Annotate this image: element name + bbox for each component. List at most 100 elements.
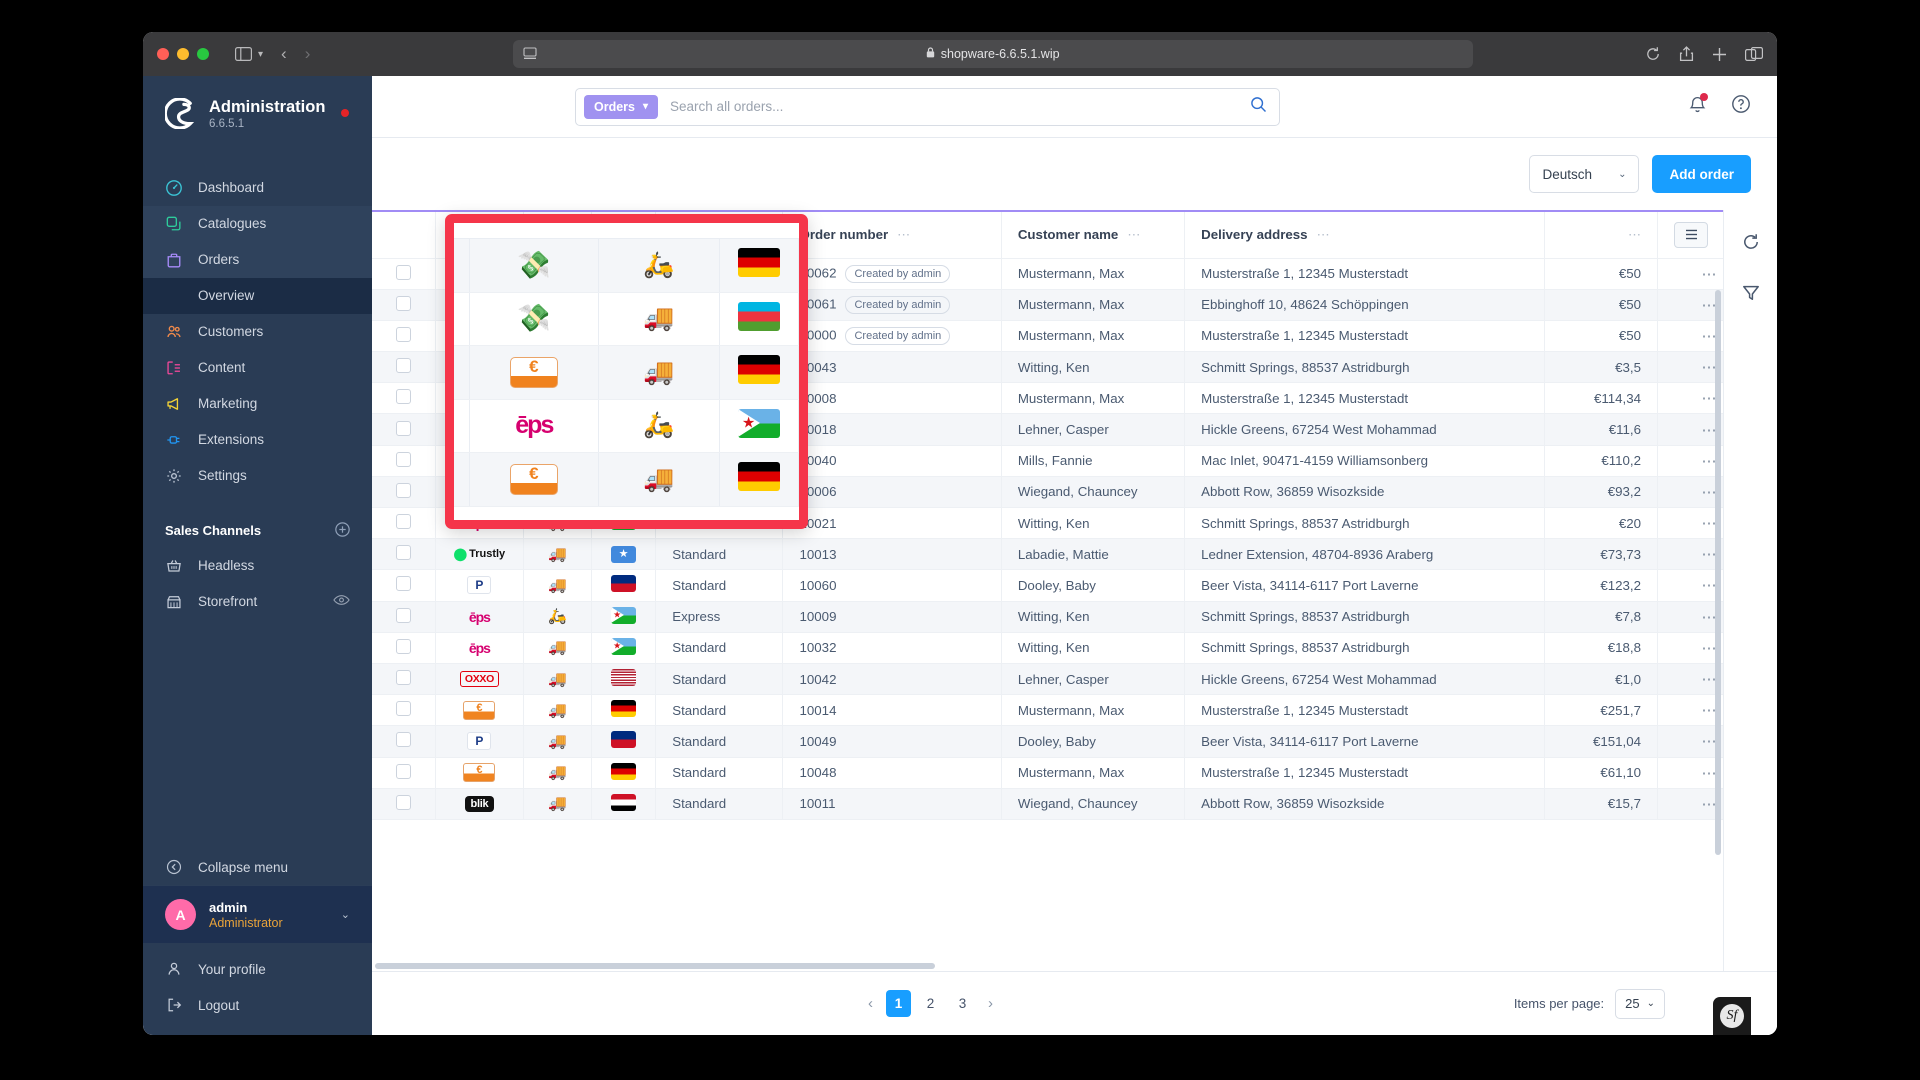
sidebar-item-your-profile[interactable]: Your profile [143, 951, 372, 987]
row-checkbox[interactable] [395, 295, 411, 311]
new-tab-icon[interactable] [1712, 47, 1727, 62]
row-checkbox[interactable] [395, 482, 411, 498]
user-menu[interactable]: A admin Administrator ⌄ [143, 885, 372, 943]
th-delivery-address[interactable]: Delivery address ⋯ [1184, 212, 1545, 259]
row-checkbox-cell[interactable] [372, 351, 436, 384]
sidebar-item-dashboard[interactable]: Dashboard [143, 170, 372, 206]
sidebar-item-customers[interactable]: Customers [143, 314, 372, 350]
row-checkbox-cell[interactable] [372, 289, 436, 321]
reload-icon[interactable] [1645, 46, 1661, 62]
add-order-button[interactable]: Add order [1652, 155, 1751, 193]
global-search[interactable]: Orders ▾ [575, 87, 1280, 126]
cell-row-actions[interactable]: ⋯ [1657, 289, 1723, 321]
th-column-config[interactable] [1657, 212, 1723, 259]
row-checkbox-cell[interactable] [372, 601, 436, 633]
preview-storefront-icon[interactable] [333, 594, 350, 609]
sidebar-item-orders[interactable]: Orders [143, 241, 372, 278]
row-checkbox-cell[interactable] [372, 382, 436, 415]
select-all-header[interactable] [372, 212, 436, 259]
row-checkbox-cell[interactable] [372, 507, 436, 540]
row-checkbox-cell[interactable] [372, 663, 436, 696]
row-checkbox[interactable] [395, 545, 411, 561]
sidebar-item-settings[interactable]: Settings [143, 458, 372, 494]
row-actions-menu-icon[interactable]: ⋯ [1702, 266, 1718, 283]
refresh-icon[interactable] [1741, 232, 1761, 257]
sidebar-item-headless[interactable]: Headless [143, 548, 372, 584]
cell-row-actions[interactable]: ⋯ [1657, 694, 1723, 727]
th-amount[interactable]: ⋯ [1544, 212, 1659, 259]
row-checkbox[interactable] [395, 607, 411, 623]
bell-icon[interactable] [1688, 93, 1708, 119]
cell-row-actions[interactable]: ⋯ [1657, 507, 1723, 540]
show-tabs-icon[interactable] [1745, 47, 1763, 61]
table-row[interactable]: blik 🚚 Standard 10011 Wiegand, Chauncey Abbot… [372, 788, 1723, 820]
minimize-window-button[interactable] [177, 48, 189, 60]
close-window-button[interactable] [157, 48, 169, 60]
table-row[interactable]: P 🚚 Standard 10049 Dooley, Baby Beer Vista, 3… [372, 725, 1723, 758]
th-menu-dots[interactable]: ⋯ [897, 227, 910, 242]
reader-view-icon[interactable] [523, 47, 537, 65]
help-icon[interactable] [1731, 94, 1751, 119]
row-checkbox-cell[interactable] [372, 258, 436, 290]
address-bar[interactable]: shopware-6.6.5.1.wip [512, 40, 1473, 68]
row-checkbox[interactable] [395, 326, 411, 342]
search-scope-selector[interactable]: Orders ▾ [584, 94, 659, 119]
table-row[interactable]: ēps 🛵 ★ Express 10009 Witting, Ken Schmitt Spr… [372, 601, 1723, 633]
chevron-down-icon[interactable]: ⌄ [341, 908, 350, 921]
row-checkbox-cell[interactable] [372, 757, 436, 789]
table-row[interactable]: ēps 🚚 ★ Standard 10032 Witting, Ken Schmitt Sp… [372, 632, 1723, 664]
sidebar-item-content[interactable]: Content [143, 350, 372, 386]
cell-row-actions[interactable]: ⋯ [1657, 413, 1723, 446]
horizontal-scrollbar[interactable] [375, 963, 935, 969]
row-checkbox-cell[interactable] [372, 632, 436, 664]
back-button[interactable]: ‹ [281, 44, 287, 64]
prev-page-button[interactable]: ‹ [862, 995, 879, 1012]
cell-row-actions[interactable]: ⋯ [1657, 382, 1723, 415]
row-checkbox-cell[interactable] [372, 725, 436, 758]
table-row[interactable]: OXXO 🚚 Standard 10042 Lehner, Casper Hickle G… [372, 663, 1723, 696]
row-checkbox[interactable] [395, 420, 411, 436]
row-checkbox-cell[interactable] [372, 538, 436, 571]
cell-row-actions[interactable]: ⋯ [1657, 445, 1723, 477]
cell-row-actions[interactable]: ⋯ [1657, 757, 1723, 789]
row-checkbox[interactable] [395, 358, 411, 374]
search-icon[interactable] [1250, 96, 1267, 118]
row-checkbox[interactable] [395, 264, 411, 280]
row-checkbox[interactable] [395, 763, 411, 779]
table-row[interactable]: € 🚚 Standard 10048 Mustermann, Max Musterstra… [372, 757, 1723, 789]
sidebar-toggle-icon[interactable] [235, 47, 252, 61]
cell-row-actions[interactable]: ⋯ [1657, 476, 1723, 509]
table-row[interactable]: P 🚚 Standard 10060 Dooley, Baby Beer Vista, 3… [372, 569, 1723, 602]
columns-config-icon[interactable] [1674, 221, 1709, 248]
row-checkbox[interactable] [395, 794, 411, 810]
sidebar-item-catalogues[interactable]: Catalogues [143, 205, 372, 242]
page-button-3[interactable]: 3 [950, 990, 975, 1017]
language-select[interactable]: Deutsch ⌄ [1529, 155, 1640, 193]
row-checkbox[interactable] [395, 451, 411, 467]
sidebar-item-overview[interactable]: Overview [143, 277, 372, 314]
table-row[interactable]: € 🚚 Standard 10014 Mustermann, Max Musterstra… [372, 694, 1723, 727]
row-checkbox[interactable] [395, 670, 411, 686]
symfony-toolbar-badge[interactable]: Sf [1713, 997, 1751, 1035]
add-sales-channel-icon[interactable] [335, 522, 350, 540]
page-button-2[interactable]: 2 [918, 990, 943, 1017]
sidebar-item-extensions[interactable]: Extensions [143, 422, 372, 458]
th-menu-dots[interactable]: ⋯ [1628, 227, 1641, 242]
row-checkbox-cell[interactable] [372, 788, 436, 820]
search-input[interactable] [670, 99, 1250, 114]
th-order-number[interactable]: Order number ⋯ [782, 212, 1002, 259]
cell-row-actions[interactable]: ⋯ [1657, 725, 1723, 758]
th-menu-dots[interactable]: ⋯ [1127, 227, 1140, 242]
page-button-1[interactable]: 1 [886, 990, 911, 1017]
row-checkbox-cell[interactable] [372, 694, 436, 727]
row-checkbox[interactable] [395, 576, 411, 592]
row-checkbox[interactable] [395, 732, 411, 748]
cell-row-actions[interactable]: ⋯ [1657, 320, 1723, 353]
row-checkbox-cell[interactable] [372, 320, 436, 353]
chevron-down-icon[interactable]: ▾ [258, 49, 263, 60]
vertical-scrollbar[interactable] [1715, 290, 1721, 855]
cell-row-actions[interactable]: ⋯ [1657, 258, 1723, 290]
collapse-menu-button[interactable]: Collapse menu [143, 849, 372, 885]
share-icon[interactable] [1679, 46, 1694, 62]
next-page-button[interactable]: › [982, 995, 999, 1012]
